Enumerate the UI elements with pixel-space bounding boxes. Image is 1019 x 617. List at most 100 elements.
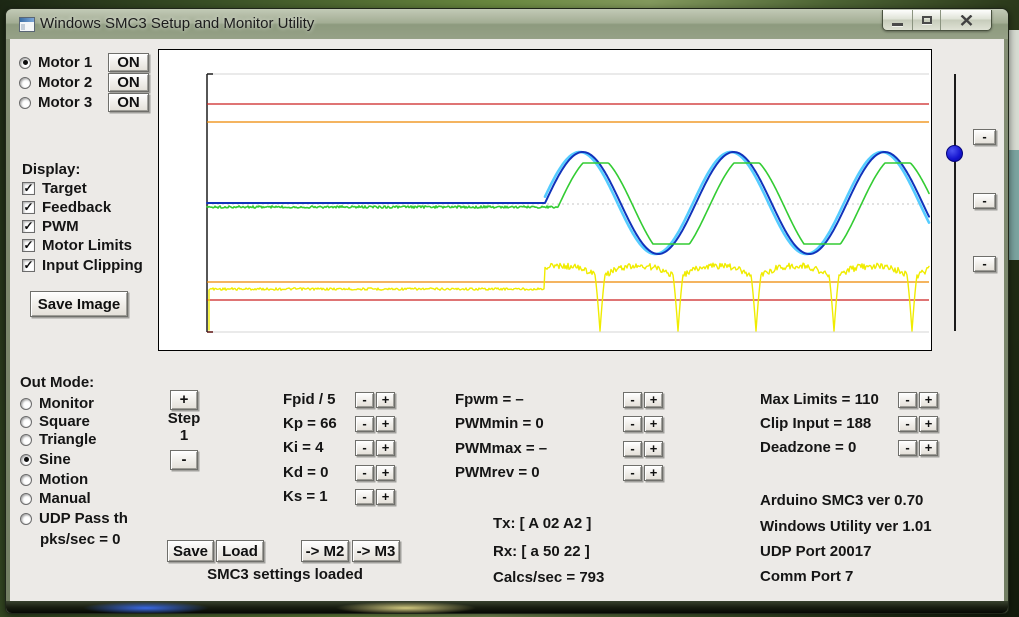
load-button[interactable]: Load <box>216 540 264 562</box>
close-button[interactable] <box>941 10 991 30</box>
pwmmax-plus-button[interactable]: + <box>644 441 663 457</box>
window-controls <box>882 10 992 31</box>
maximize-icon <box>922 16 932 24</box>
fpid-minus-button[interactable]: - <box>355 392 374 408</box>
save-button[interactable]: Save <box>167 540 214 562</box>
copy-to-m3-button[interactable]: -> M3 <box>352 540 400 562</box>
feedback-checkbox[interactable]: ✓ <box>22 201 35 214</box>
motor-2-label: Motor 2 <box>38 74 101 91</box>
motor-2-radio[interactable] <box>19 77 31 89</box>
step-minus-button[interactable]: - <box>170 450 198 470</box>
kp-label: Kp = 66 <box>283 415 337 433</box>
minimize-button[interactable] <box>883 10 913 30</box>
max-limits-plus-button[interactable]: + <box>919 392 938 408</box>
pwmrev-plus-button[interactable]: + <box>644 465 663 481</box>
scope-panel <box>158 49 932 351</box>
out-mode-sine-row: Sine <box>20 451 71 468</box>
motor-1-label: Motor 1 <box>38 54 101 71</box>
app-window: Windows SMC3 Setup and Monitor Utility M… <box>5 8 1009 614</box>
motor-2-on-button[interactable]: ON <box>108 73 149 92</box>
pwmmin-minus-button[interactable]: - <box>623 416 642 432</box>
scale-minus-button-1[interactable]: - <box>973 129 996 145</box>
check-icon: ✓ <box>23 200 33 214</box>
motor-3-row: Motor 3 ON <box>19 93 149 112</box>
clip-input-plus-button[interactable]: + <box>919 416 938 432</box>
motor-3-on-button[interactable]: ON <box>108 93 149 112</box>
save-image-button[interactable]: Save Image <box>30 291 128 317</box>
max-limits-minus-button[interactable]: - <box>898 392 917 408</box>
motor-3-radio[interactable] <box>19 97 31 109</box>
maximize-button[interactable] <box>913 10 941 30</box>
kp-minus-button[interactable]: - <box>355 416 374 432</box>
display-pwm-row: ✓ PWM <box>22 218 79 235</box>
comm-port: Comm Port 7 <box>760 568 853 586</box>
input-clipping-checkbox[interactable]: ✓ <box>22 259 35 272</box>
desktop-fragment <box>1008 150 1019 260</box>
calcs-per-sec: Calcs/sec = 793 <box>493 569 604 587</box>
out-mode-motion-row: Motion <box>20 471 88 488</box>
kd-minus-button[interactable]: - <box>355 465 374 481</box>
out-mode-udp-row: UDP Pass th <box>20 510 128 527</box>
trace-target <box>207 152 929 254</box>
feedback-label: Feedback <box>42 199 111 216</box>
ks-minus-button[interactable]: - <box>355 489 374 505</box>
motion-label: Motion <box>39 471 88 488</box>
monitor-radio[interactable] <box>20 398 32 410</box>
display-target-row: ✓ Target <box>22 180 87 197</box>
scope-slider-track[interactable] <box>954 74 956 331</box>
pwmrev-minus-button[interactable]: - <box>623 465 642 481</box>
ks-plus-button[interactable]: + <box>376 489 395 505</box>
deadzone-minus-button[interactable]: - <box>898 440 917 456</box>
out-mode-square-row: Square <box>20 413 90 430</box>
motor-1-on-button[interactable]: ON <box>108 53 149 72</box>
target-checkbox[interactable]: ✓ <box>22 182 35 195</box>
sine-radio[interactable] <box>20 454 32 466</box>
deadzone-label: Deadzone = 0 <box>760 439 856 457</box>
scope-slider-knob[interactable] <box>946 145 963 162</box>
step-plus-button[interactable]: + <box>170 390 198 410</box>
kd-label: Kd = 0 <box>283 464 328 482</box>
square-radio[interactable] <box>20 416 32 428</box>
pwm-checkbox[interactable]: ✓ <box>22 220 35 233</box>
motor-3-label: Motor 3 <box>38 94 101 111</box>
input-clipping-label: Input Clipping <box>42 257 143 274</box>
triangle-radio[interactable] <box>20 434 32 446</box>
ki-minus-button[interactable]: - <box>355 440 374 456</box>
fpid-plus-button[interactable]: + <box>376 392 395 408</box>
max-limits-label: Max Limits = 110 <box>760 391 879 409</box>
motor-1-radio[interactable] <box>19 57 31 69</box>
window-frame-bottom <box>6 601 1008 613</box>
scale-minus-button-3[interactable]: - <box>973 256 996 272</box>
clip-input-minus-button[interactable]: - <box>898 416 917 432</box>
title-bar[interactable]: Windows SMC3 Setup and Monitor Utility <box>6 9 1008 39</box>
display-heading: Display: <box>22 161 80 179</box>
pwmmax-minus-button[interactable]: - <box>623 441 642 457</box>
pwmrev-label: PWMrev = 0 <box>455 464 540 482</box>
check-icon: ✓ <box>23 219 33 233</box>
motor-2-row: Motor 2 ON <box>19 73 149 92</box>
kp-plus-button[interactable]: + <box>376 416 395 432</box>
scale-minus-button-2[interactable]: - <box>973 193 996 209</box>
manual-radio[interactable] <box>20 493 32 505</box>
udp-port: UDP Port 20017 <box>760 543 871 561</box>
desktop-background: Windows SMC3 Setup and Monitor Utility M… <box>0 0 1019 617</box>
fpid-label: Fpid / 5 <box>283 391 336 409</box>
copy-to-m2-button[interactable]: -> M2 <box>301 540 349 562</box>
fpwm-minus-button[interactable]: - <box>623 392 642 408</box>
pwmmin-plus-button[interactable]: + <box>644 416 663 432</box>
check-icon: ✓ <box>23 238 33 252</box>
clip-input-label: Clip Input = 188 <box>760 415 871 433</box>
fpwm-plus-button[interactable]: + <box>644 392 663 408</box>
check-icon: ✓ <box>23 258 33 272</box>
kd-plus-button[interactable]: + <box>376 465 395 481</box>
fpwm-label: Fpwm = – <box>455 391 524 409</box>
pwm-label: PWM <box>42 218 79 235</box>
deadzone-plus-button[interactable]: + <box>919 440 938 456</box>
window-title: Windows SMC3 Setup and Monitor Utility <box>40 9 314 39</box>
motor-1-row: Motor 1 ON <box>19 53 149 72</box>
ki-plus-button[interactable]: + <box>376 440 395 456</box>
motion-radio[interactable] <box>20 474 32 486</box>
triangle-label: Triangle <box>39 431 97 448</box>
motor-limits-checkbox[interactable]: ✓ <box>22 239 35 252</box>
udp-pass-radio[interactable] <box>20 513 32 525</box>
